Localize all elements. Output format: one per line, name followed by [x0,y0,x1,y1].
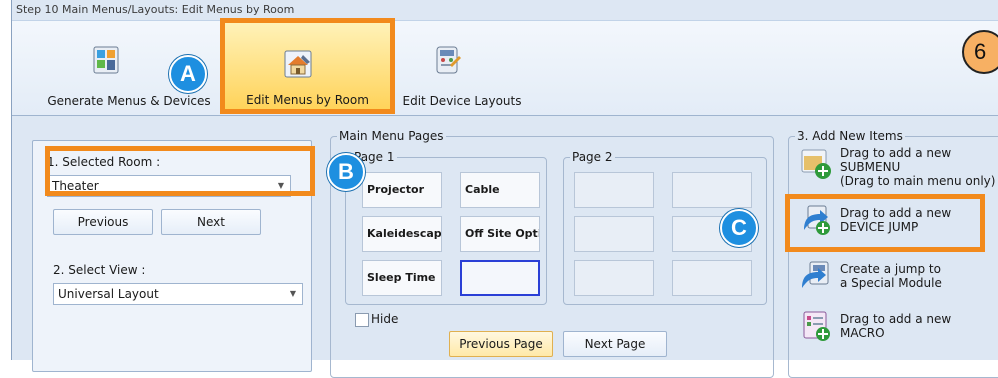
callout-c: C [720,209,758,247]
menu-tile-empty-selected[interactable] [460,260,540,296]
special-module-jump-item[interactable]: Create a jump to a Special Module [800,256,998,300]
generate-menus-icon [93,46,119,74]
add-macro-text: Drag to add a new MACRO [840,312,951,340]
menu-tile-kaleidescape[interactable]: Kaleidescape [362,216,442,252]
menu-tile-off-site[interactable]: Off Site Options [460,216,540,252]
menu-tile-slot[interactable] [672,260,752,296]
edit-device-layouts-label: Edit Device Layouts [402,94,522,108]
add-macro-item[interactable]: Drag to add a new MACRO [800,306,998,350]
menu-tile-projector[interactable]: Projector [362,172,442,208]
generate-menus-label: Generate Menus & Devices [47,94,211,108]
callout-a: A [169,55,207,93]
ribbon-toolbar: Generate Menus & Devices Edit Menus by R… [12,18,998,116]
menu-tile-cable[interactable]: Cable [460,172,540,208]
main-window: Step 10 Main Menus/Layouts: Edit Menus b… [11,0,998,378]
special-module-jump-text: Create a jump to a Special Module [840,262,942,290]
select-view-dropdown[interactable]: Universal Layout ▼ [53,283,303,305]
menu-tile-slot[interactable] [574,260,654,296]
special-module-line2: a Special Module [840,276,942,290]
previous-room-button[interactable]: Previous [53,209,153,235]
add-new-items-title: 3. Add New Items [795,129,905,143]
add-submenu-text: Drag to add a new SUBMENU (Drag to main … [840,146,995,188]
edit-menus-room-icon [284,50,312,78]
select-view-value: Universal Layout [58,287,159,301]
select-view-label: 2. Select View : [53,263,146,277]
page2-title: Page 2 [570,150,615,164]
callout-six: 6 [962,30,998,74]
next-room-button[interactable]: Next [161,209,261,235]
add-submenu-item[interactable]: Drag to add a new SUBMENU (Drag to main … [800,144,998,188]
macro-add-icon [803,311,830,341]
add-submenu-line3: (Drag to main menu only) [840,174,996,188]
add-macro-line2: MACRO [840,326,885,340]
add-submenu-line2: SUBMENU [840,160,901,174]
next-page-button[interactable]: Next Page [563,331,667,357]
submenu-add-icon [801,149,831,179]
callout-b: B [327,153,365,191]
menu-tile-slot[interactable] [574,172,654,208]
page1-group: Page 1 Projector Cable Kaleidescape Off … [345,150,547,305]
chevron-down-icon: ▼ [289,289,296,298]
edit-device-layouts-icon [436,46,461,74]
add-submenu-line1: Drag to add a new [840,146,952,160]
device-jump-highlight [785,194,985,252]
menu-tile-sleep-time[interactable]: Sleep Time [362,260,442,296]
hide-label: Hide [371,312,399,326]
previous-page-button[interactable]: Previous Page [449,331,553,357]
window-title: Step 10 Main Menus/Layouts: Edit Menus b… [12,0,998,20]
menu-tile-slot[interactable] [574,216,654,252]
main-menu-pages-title: Main Menu Pages [337,129,446,143]
special-module-line1: Create a jump to [840,262,941,276]
content-area: 1. Selected Room : Theater ▼ Previous Ne… [12,116,998,378]
special-module-jump-icon [802,261,829,288]
edit-device-layouts-button[interactable]: Edit Device Layouts [392,21,532,115]
hide-checkbox[interactable] [355,313,369,327]
edit-menus-by-room-label: Edit Menus by Room [246,93,369,107]
edit-menus-by-room-button[interactable]: Edit Menus by Room [220,18,395,114]
add-macro-line1: Drag to add a new [840,312,952,326]
menu-tile-slot[interactable] [672,172,752,208]
selected-room-highlight [45,146,315,196]
main-menu-pages-group: Main Menu Pages Page 1 Projector Cable K… [330,129,774,378]
